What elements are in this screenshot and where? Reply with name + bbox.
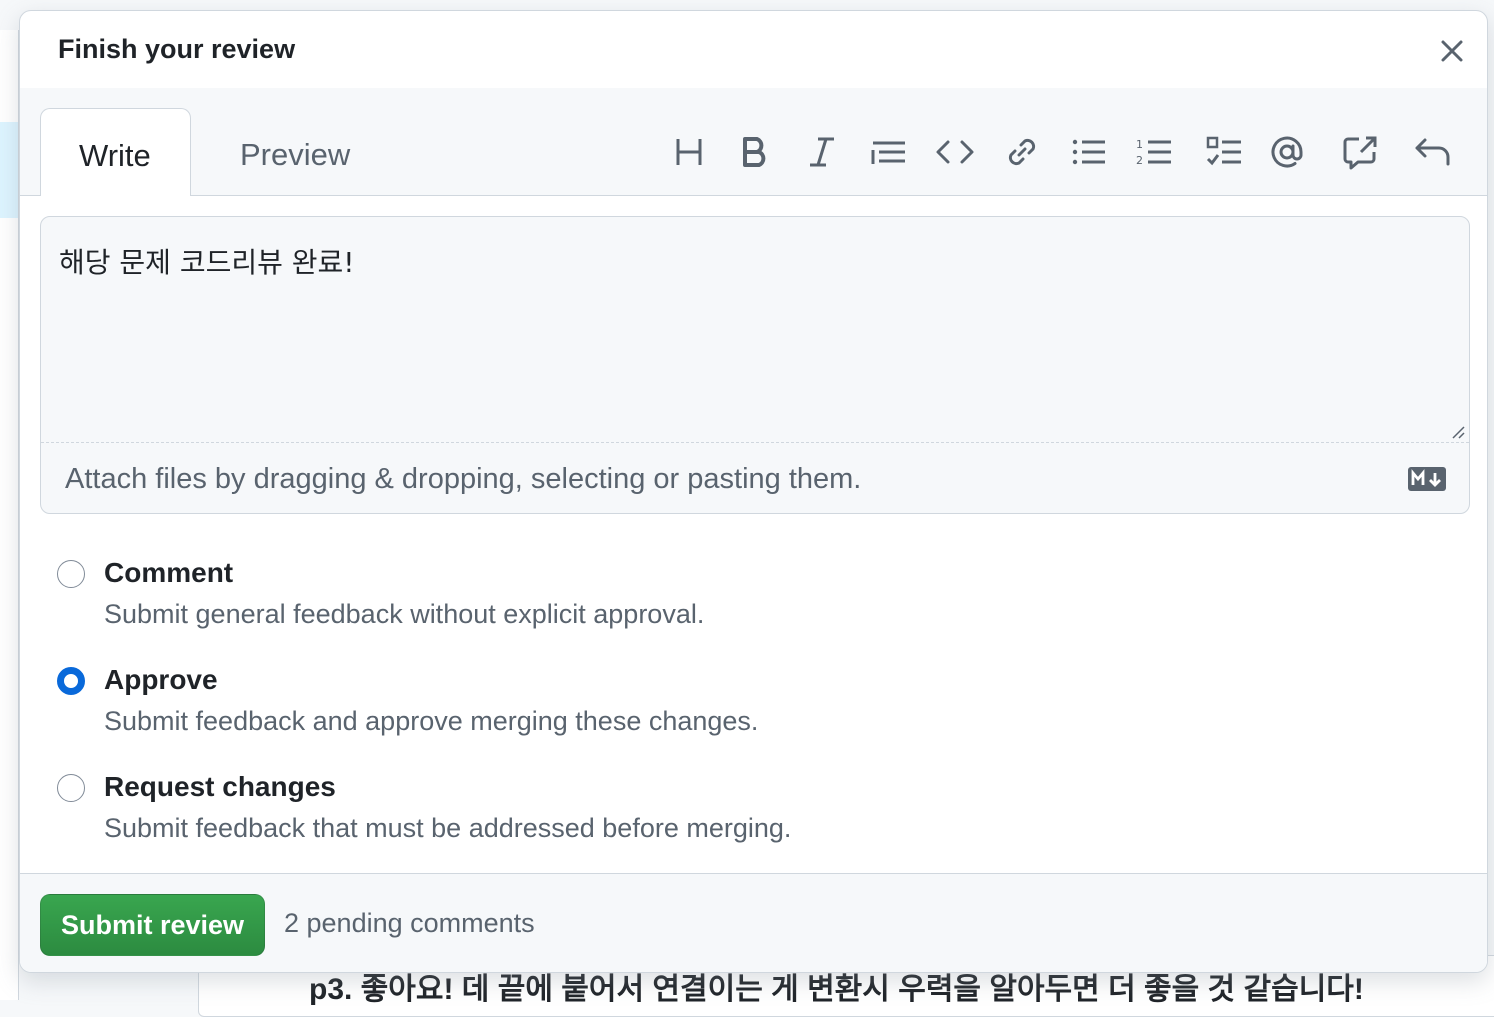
attach-files-hint[interactable]: Attach files by dragging & dropping, sel… — [65, 463, 861, 496]
undo-icon[interactable] — [1413, 132, 1453, 172]
dialog-footer: Submit review 2 pending comments — [20, 873, 1487, 972]
option-request-changes-description: Submit feedback that must be addressed b… — [104, 813, 792, 843]
heading-icon[interactable] — [669, 132, 709, 172]
option-comment-label: Comment — [104, 557, 234, 588]
option-approve[interactable]: Approve Submit feedback and approve merg… — [20, 648, 920, 748]
option-request-changes[interactable]: Request changes Submit feedback that mus… — [20, 755, 920, 855]
italic-icon[interactable] — [802, 132, 842, 172]
svg-text:2: 2 — [1136, 154, 1143, 167]
task-list-icon[interactable] — [1205, 132, 1245, 172]
submit-review-button[interactable]: Submit review — [40, 894, 265, 956]
pending-comments-count: 2 pending comments — [284, 908, 535, 938]
tab-write-label: Write — [79, 138, 151, 173]
radio-request-changes[interactable] — [57, 774, 85, 802]
quote-icon[interactable] — [869, 132, 909, 172]
radio-comment[interactable] — [57, 560, 85, 588]
radio-approve[interactable] — [57, 667, 85, 695]
option-approve-description: Submit feedback and approve merging thes… — [104, 706, 759, 736]
svg-text:1: 1 — [1136, 138, 1143, 151]
comment-editor: 해당 문제 코드리뷰 완료! Attach files by dragging … — [40, 216, 1470, 514]
dialog-title: Finish your review — [58, 34, 296, 64]
option-comment-description: Submit general feedback without explicit… — [104, 599, 705, 629]
markdown-icon[interactable] — [1408, 467, 1446, 491]
tab-write[interactable]: Write — [40, 108, 191, 196]
dialog-header: Finish your review — [20, 11, 1487, 89]
ordered-list-icon[interactable]: 12 — [1135, 132, 1175, 172]
editor-tabbar: Write Preview 12 — [20, 88, 1487, 196]
option-comment[interactable]: Comment Submit general feedback without … — [20, 541, 920, 641]
cross-reference-icon[interactable] — [1341, 132, 1381, 172]
mention-icon[interactable] — [1267, 132, 1307, 172]
resize-grip-icon[interactable] — [1451, 425, 1465, 439]
unordered-list-icon[interactable] — [1069, 132, 1109, 172]
comment-textarea[interactable]: 해당 문제 코드리뷰 완료! — [41, 217, 1469, 443]
tab-preview[interactable]: Preview — [240, 137, 350, 173]
link-icon[interactable] — [1002, 132, 1042, 172]
option-request-changes-label: Request changes — [104, 771, 336, 802]
option-approve-label: Approve — [104, 664, 218, 695]
background-sidebar — [0, 30, 19, 1000]
background-highlight — [0, 122, 18, 218]
bold-icon[interactable] — [735, 132, 775, 172]
finish-review-dialog: Finish your review Write Preview 12 해당 문… — [19, 10, 1488, 973]
code-icon[interactable] — [935, 132, 975, 172]
close-icon[interactable] — [1438, 37, 1466, 65]
